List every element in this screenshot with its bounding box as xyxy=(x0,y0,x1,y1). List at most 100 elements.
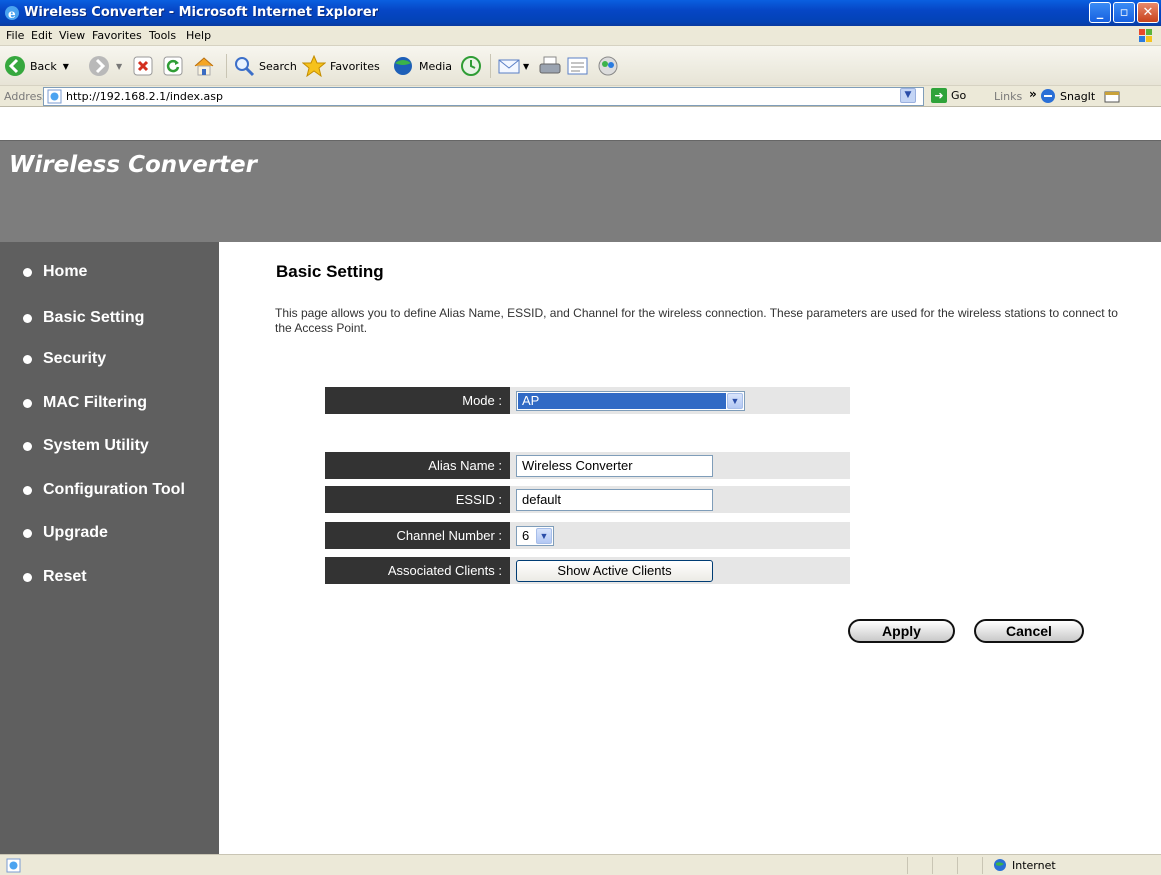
bullet-icon xyxy=(23,572,32,582)
main-content: Basic Setting This page allows you to de… xyxy=(219,242,1161,854)
go-button[interactable]: ➜ Go xyxy=(931,88,966,103)
sidebar-nav: Home Basic Setting Security MAC Filterin… xyxy=(0,242,219,854)
sidebar-item-configuration-tool[interactable]: Configuration Tool xyxy=(23,481,185,499)
media-label: Media xyxy=(419,59,453,73)
alias-name-field[interactable]: Wireless Converter xyxy=(516,455,713,477)
essid-label: ESSID : xyxy=(325,486,510,513)
channel-row: Channel Number : 6 ▼ xyxy=(325,522,850,549)
globe-icon xyxy=(994,859,1006,871)
stop-button[interactable] xyxy=(133,54,153,78)
sidebar-item-system-utility[interactable]: System Utility xyxy=(23,437,149,455)
edit-button[interactable] xyxy=(566,54,590,78)
favorites-star-icon xyxy=(302,55,326,77)
messenger-button[interactable] xyxy=(596,54,620,78)
page-description: This page allows you to define Alias Nam… xyxy=(275,306,1118,335)
edit-icon xyxy=(567,57,588,75)
forward-button[interactable]: ▼ xyxy=(88,54,122,78)
svg-text:e: e xyxy=(8,7,16,21)
address-label: Address xyxy=(4,90,48,103)
go-arrow-icon: ➜ xyxy=(931,88,947,103)
sidebar-item-mac-filtering[interactable]: MAC Filtering xyxy=(23,394,147,412)
dropdown-arrow-icon: ▼ xyxy=(62,61,69,71)
bullet-icon xyxy=(23,398,32,408)
bullet-icon xyxy=(23,528,32,538)
address-dropdown-icon[interactable]: ▼ xyxy=(900,88,916,103)
clients-row: Associated Clients : Show Active Clients xyxy=(325,557,850,584)
apply-button[interactable]: Apply xyxy=(848,619,955,643)
snagit-icon xyxy=(1041,89,1055,103)
home-button[interactable] xyxy=(193,54,215,78)
media-icon xyxy=(394,57,412,75)
printer-icon xyxy=(539,56,561,74)
bullet-icon xyxy=(23,267,32,277)
essid-field[interactable]: default xyxy=(516,489,713,511)
chevron-right-icon[interactable]: » xyxy=(1029,87,1037,101)
page-status-icon xyxy=(6,858,21,873)
back-button[interactable]: Back ▼ xyxy=(4,54,69,78)
show-active-clients-button[interactable]: Show Active Clients xyxy=(516,560,713,582)
sidebar-item-security[interactable]: Security xyxy=(23,350,106,368)
status-bar: Internet xyxy=(0,854,1161,875)
window-titlebar: e Wireless Converter - Microsoft Interne… xyxy=(0,0,1161,26)
refresh-button[interactable] xyxy=(163,54,183,78)
sidebar-item-label: Configuration Tool xyxy=(43,481,185,498)
bullet-icon xyxy=(23,354,32,364)
refresh-icon xyxy=(163,56,183,76)
sidebar-item-reset[interactable]: Reset xyxy=(23,568,87,586)
sidebar-item-home[interactable]: Home xyxy=(23,263,87,281)
dropdown-arrow-icon: ▼ xyxy=(116,61,123,71)
favorites-label: Favorites xyxy=(330,59,380,73)
page-icon xyxy=(47,89,62,104)
address-input[interactable]: http://192.168.2.1/index.asp xyxy=(43,87,924,106)
snagit-capture-icon xyxy=(1104,91,1120,103)
menu-view[interactable]: View xyxy=(59,29,85,42)
sidebar-item-basic-setting[interactable]: Basic Setting xyxy=(23,309,144,327)
snagit-label: SnagIt xyxy=(1060,89,1096,103)
search-button[interactable]: Search xyxy=(233,54,297,78)
home-icon xyxy=(194,57,214,76)
clients-label: Associated Clients : xyxy=(325,557,510,584)
snagit-button[interactable]: SnagIt xyxy=(1040,88,1121,104)
bullet-icon xyxy=(23,313,32,323)
sidebar-item-label: Upgrade xyxy=(43,524,108,541)
bullet-icon xyxy=(23,485,32,495)
forward-icon xyxy=(89,56,109,76)
mode-row: Mode : AP ▼ xyxy=(325,387,850,414)
print-button[interactable] xyxy=(538,54,562,78)
links-label[interactable]: Links xyxy=(994,90,1022,103)
history-button[interactable] xyxy=(459,54,483,78)
address-bar: Address http://192.168.2.1/index.asp ▼ ➜… xyxy=(0,86,1161,107)
menu-edit[interactable]: Edit xyxy=(31,29,52,42)
menu-tools[interactable]: Tools xyxy=(149,29,176,42)
sidebar-item-label: Security xyxy=(43,350,107,367)
messenger-icon xyxy=(598,56,618,76)
window-title: Wireless Converter - Microsoft Internet … xyxy=(24,5,379,20)
media-button[interactable]: Media xyxy=(391,54,452,78)
channel-value: 6 xyxy=(522,528,530,543)
sidebar-item-label: System Utility xyxy=(43,437,149,454)
alias-label: Alias Name : xyxy=(325,452,510,479)
menu-file[interactable]: File xyxy=(6,29,24,42)
mode-value: AP xyxy=(518,393,726,409)
sidebar-item-upgrade[interactable]: Upgrade xyxy=(23,524,108,542)
menu-help[interactable]: Help xyxy=(186,29,211,42)
go-label: Go xyxy=(951,89,967,102)
history-icon xyxy=(461,56,481,76)
minimize-button[interactable]: _ xyxy=(1089,2,1111,23)
chevron-down-icon: ▼ xyxy=(536,528,552,544)
address-url: http://192.168.2.1/index.asp xyxy=(66,90,223,103)
ie-logo-icon: e xyxy=(5,6,19,21)
chevron-down-icon: ▼ xyxy=(727,393,743,409)
channel-select[interactable]: 6 ▼ xyxy=(516,526,554,546)
favorites-button[interactable]: Favorites xyxy=(302,54,380,78)
sidebar-item-label: Home xyxy=(43,263,88,280)
search-icon xyxy=(235,57,255,77)
mode-select[interactable]: AP ▼ xyxy=(516,391,745,411)
cancel-button[interactable]: Cancel xyxy=(974,619,1084,643)
dropdown-arrow-icon: ▼ xyxy=(523,61,530,71)
mail-button[interactable]: ▼ xyxy=(497,54,529,78)
maximize-button[interactable]: ▫ xyxy=(1113,2,1135,23)
close-button[interactable]: ✕ xyxy=(1137,2,1159,23)
app-banner: Wireless Converter xyxy=(0,140,1161,242)
menu-favorites[interactable]: Favorites xyxy=(92,29,142,42)
